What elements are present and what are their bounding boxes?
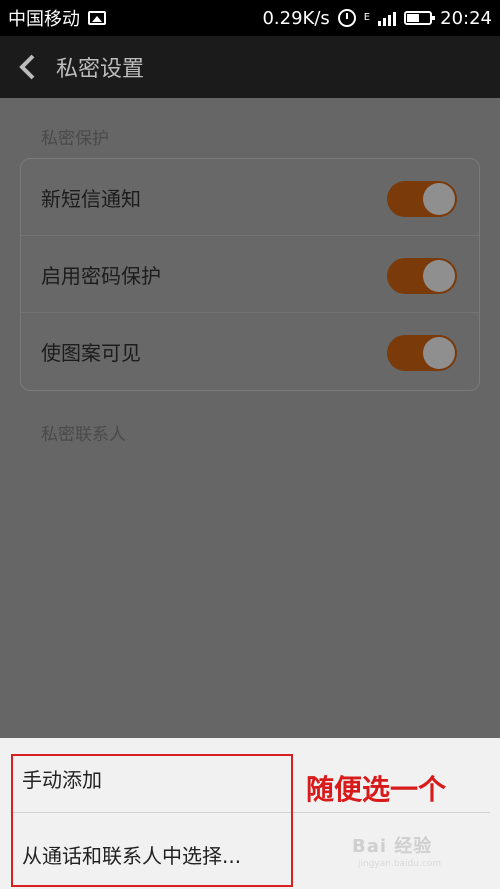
section-header-privacy: 私密保护 [41, 129, 109, 149]
setting-row-pattern-visible[interactable]: 使图案可见 [21, 313, 479, 390]
title-bar: 私密设置 [0, 36, 500, 98]
network-speed: 0.29K/s [262, 7, 330, 29]
watermark-url: jingyan.baidu.com [358, 859, 442, 869]
network-type: E [363, 11, 371, 23]
signal-icon [378, 10, 397, 26]
annotation-text: 随便选一个 [306, 773, 447, 806]
setting-label: 启用密码保护 [41, 263, 161, 288]
toggle-switch[interactable] [387, 335, 457, 371]
image-icon [88, 11, 106, 25]
settings-card: 新短信通知 启用密码保护 使图案可见 [20, 158, 480, 391]
toggle-knob [423, 260, 455, 292]
highlight-box [11, 754, 293, 887]
toggle-knob [423, 183, 455, 215]
bottom-sheet: 手动添加 从通话和联系人中选择... 随便选一个 Bai 经验 jingyan.… [0, 738, 500, 889]
carrier-name: 中国移动 [8, 9, 80, 30]
setting-label: 使图案可见 [41, 341, 141, 365]
toggle-switch[interactable] [387, 181, 457, 217]
section-header-private-contacts: 私密联系人 [41, 425, 126, 445]
settings-content: 私密保护 新短信通知 启用密码保护 使图案可见 私密联系人 [0, 98, 500, 738]
clock: 20:24 [440, 7, 492, 29]
chevron-left-icon[interactable] [18, 54, 36, 80]
toggle-switch[interactable] [387, 258, 457, 294]
status-bar: 中国移动 0.29K/s E 20:24 [0, 0, 500, 36]
alarm-icon [337, 9, 356, 27]
watermark-logo: Bai 经验 [352, 836, 433, 857]
setting-row-new-sms[interactable]: 新短信通知 [21, 159, 479, 236]
page-title: 私密设置 [56, 57, 145, 82]
toggle-knob [423, 337, 455, 369]
setting-label: 新短信通知 [41, 186, 141, 211]
setting-row-password[interactable]: 启用密码保护 [21, 236, 479, 313]
battery-icon [404, 11, 436, 25]
